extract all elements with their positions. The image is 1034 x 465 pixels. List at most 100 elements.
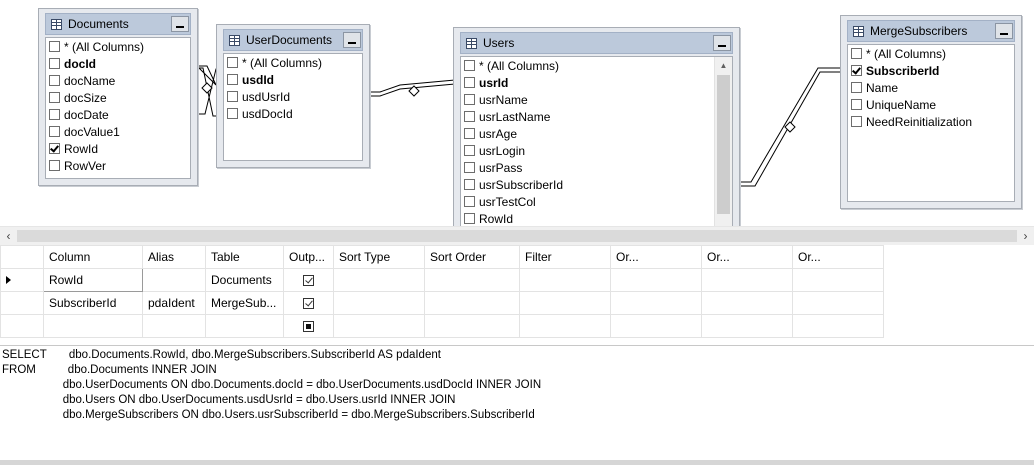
row-selector[interactable] [0,291,44,315]
column-row[interactable]: usrAge [461,125,732,142]
grid-cell[interactable] [424,314,520,338]
column-row[interactable]: docDate [46,106,190,123]
column-list[interactable]: * (All Columns) docId docName docSize docDat… [45,37,191,179]
grid-cell[interactable] [519,291,611,315]
grid-header-cell[interactable]: Filter [519,245,611,269]
column-checkbox[interactable] [464,60,475,71]
column-cell[interactable] [43,314,143,338]
column-row[interactable]: docName [46,72,190,89]
table-window-users[interactable]: Users * (All Columns) usrId usrName usrLast… [453,27,740,226]
grid-cell[interactable] [610,268,702,292]
column-list[interactable]: * (All Columns) usdId usdUsrId usdDocId [223,53,363,161]
column-row[interactable]: docId [46,55,190,72]
minimize-button[interactable] [343,32,361,48]
row-selector[interactable] [0,268,44,292]
grid-header-cell[interactable]: Or... [701,245,793,269]
column-row[interactable]: * (All Columns) [46,38,190,55]
column-row[interactable]: * (All Columns) [224,54,362,71]
minimize-button[interactable] [713,35,731,51]
grid-row[interactable]: SubscriberId pdaIdent MergeSub... [0,291,1034,315]
column-row[interactable]: RowId [461,210,732,226]
column-checkbox[interactable] [464,111,475,122]
scroll-thumb[interactable] [17,230,1017,242]
table-cell[interactable] [205,314,284,338]
column-checkbox[interactable] [464,179,475,190]
column-checkbox[interactable] [49,109,60,120]
table-window-documents[interactable]: Documents * (All Columns) docId docName doc… [38,8,198,186]
column-list-scrollbar[interactable]: ▲ [714,57,732,226]
column-checkbox[interactable] [49,92,60,103]
minimize-button[interactable] [995,23,1013,39]
table-title-bar[interactable]: MergeSubscribers [847,20,1015,42]
column-row[interactable]: docSize [46,89,190,106]
grid-cell[interactable] [424,291,520,315]
column-checkbox[interactable] [464,162,475,173]
grid-cell[interactable] [701,314,793,338]
column-row[interactable]: usrLogin [461,142,732,159]
scroll-left-icon[interactable]: ‹ [0,227,17,245]
output-cell[interactable] [283,291,334,315]
column-checkbox[interactable] [851,116,862,127]
column-checkbox[interactable] [464,94,475,105]
column-checkbox[interactable] [464,213,475,224]
grid-header-cell[interactable]: Column [43,245,143,269]
scroll-right-icon[interactable]: › [1017,227,1034,245]
column-checkbox[interactable] [227,74,238,85]
column-checkbox[interactable] [464,128,475,139]
column-cell[interactable]: SubscriberId [43,291,143,315]
column-row[interactable]: docValue1 [46,123,190,140]
column-checkbox[interactable] [49,75,60,86]
column-checkbox[interactable] [49,160,60,171]
column-row[interactable]: SubscriberId [848,62,1014,79]
grid-header-cell[interactable]: Sort Order [424,245,520,269]
table-title-bar[interactable]: Users [460,32,733,54]
grid-cell[interactable] [519,314,611,338]
column-row[interactable]: Name [848,79,1014,96]
grid-cell[interactable] [792,268,884,292]
column-row[interactable]: usrSubscriberId [461,176,732,193]
column-checkbox[interactable] [227,57,238,68]
column-row[interactable]: usdId [224,71,362,88]
grid-header-cell[interactable]: Sort Type [333,245,425,269]
table-title-bar[interactable]: UserDocuments [223,29,363,51]
table-window-mergesubscribers[interactable]: MergeSubscribers * (All Columns) Subscrib… [840,15,1022,209]
column-list[interactable]: * (All Columns) SubscriberId Name UniqueNam… [847,44,1015,202]
output-checkbox[interactable] [303,298,314,310]
diagram-pane[interactable]: Documents * (All Columns) docId docName doc… [0,0,1034,226]
table-cell[interactable]: MergeSub... [205,291,284,315]
column-list[interactable]: * (All Columns) usrId usrName usrLastName us… [460,56,733,226]
column-checkbox[interactable] [464,77,475,88]
grid-cell[interactable] [701,268,793,292]
grid-row[interactable] [0,314,1034,338]
column-row[interactable]: RowVer [46,157,190,174]
grid-cell[interactable] [610,314,702,338]
column-row[interactable]: usdUsrId [224,88,362,105]
grid-header-cell[interactable]: Alias [142,245,206,269]
grid-header-cell[interactable]: Or... [792,245,884,269]
column-checkbox[interactable] [851,82,862,93]
grid-cell[interactable] [519,268,611,292]
grid-cell[interactable] [333,291,425,315]
column-row[interactable]: usrPass [461,159,732,176]
sql-pane[interactable]: SELECT dbo.Documents.RowId, dbo.MergeSub… [0,345,1034,461]
output-cell[interactable] [283,268,334,292]
row-selector[interactable] [0,314,44,338]
alias-cell[interactable]: pdaIdent [142,291,206,315]
alias-cell[interactable] [142,314,206,338]
grid-cell[interactable] [424,268,520,292]
column-row[interactable]: UniqueName [848,96,1014,113]
alias-cell[interactable] [142,268,206,292]
column-row[interactable]: usrId [461,74,732,91]
table-cell[interactable]: Documents [205,268,284,292]
grid-cell[interactable] [792,314,884,338]
column-checkbox[interactable] [851,65,862,76]
grid-header-cell[interactable]: Outp... [283,245,334,269]
results-pane-divider[interactable] [0,460,1034,465]
scroll-thumb[interactable] [717,75,730,214]
column-row[interactable]: usdDocId [224,105,362,122]
diagram-horizontal-scrollbar[interactable]: ‹ › [0,226,1034,245]
table-window-userdocuments[interactable]: UserDocuments * (All Columns) usdId usdUsr… [216,24,370,168]
grid-row[interactable]: RowId Documents [0,268,1034,292]
column-checkbox[interactable] [851,48,862,59]
column-checkbox[interactable] [851,99,862,110]
